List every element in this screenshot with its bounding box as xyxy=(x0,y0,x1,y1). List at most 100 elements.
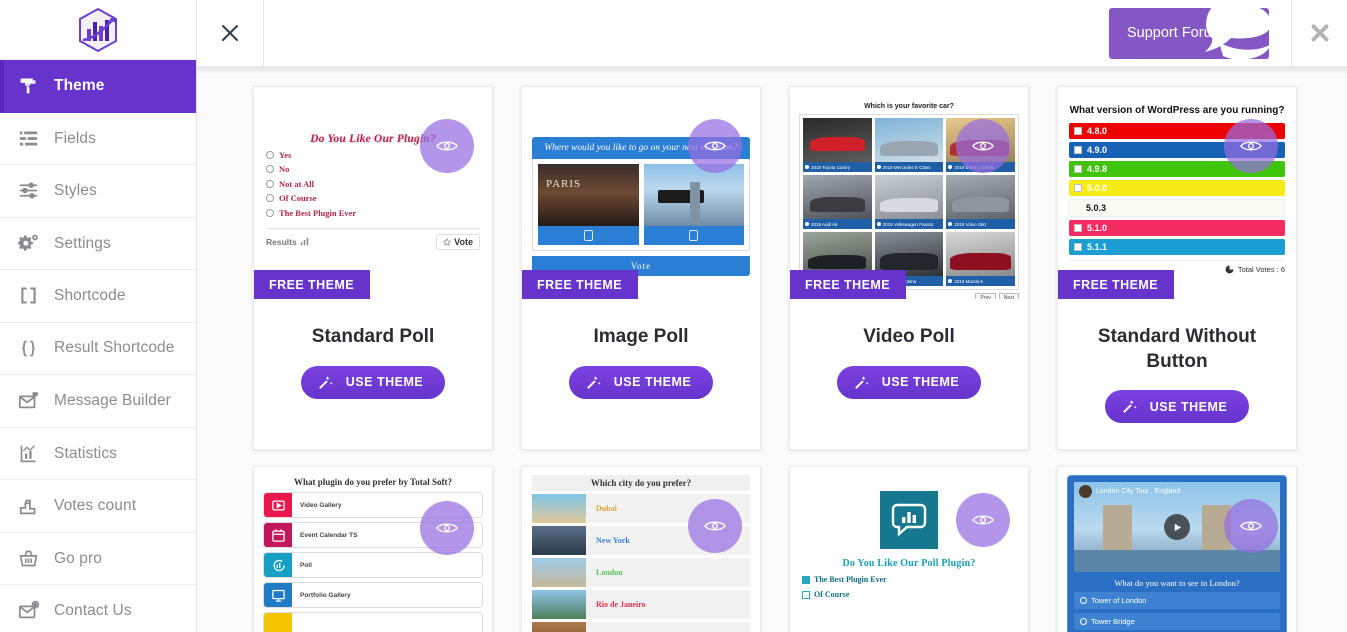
theme-card-standard-poll[interactable]: Do You Like Our Plugin? Yes No Not at Al… xyxy=(253,86,493,450)
sidebar-item-statistics[interactable]: Statistics xyxy=(0,428,196,480)
plugin-option[interactable] xyxy=(263,612,483,632)
teal-option[interactable]: Of Course xyxy=(802,590,849,599)
result-bar-label: 5.1.0 xyxy=(1087,223,1108,233)
use-theme-label: USE THEME xyxy=(613,375,692,390)
eye-preview-icon xyxy=(1240,141,1262,151)
car-option[interactable]: 2019 Mercedes E-Class xyxy=(874,118,944,172)
car-option[interactable]: 2019 Mazda 6 xyxy=(946,232,1015,286)
radio-icon xyxy=(266,194,274,202)
poll-option[interactable]: The Best Plugin Ever xyxy=(266,208,480,218)
preview-question: What version of WordPress are you runnin… xyxy=(1069,105,1285,116)
checkbox-icon xyxy=(1074,127,1082,135)
car-thumb xyxy=(946,232,1015,276)
preview-eye-button[interactable] xyxy=(688,119,742,173)
sidebar-item-label: Message Builder xyxy=(54,392,171,410)
sidebar-item-styles[interactable]: Styles xyxy=(0,165,196,218)
dismiss-button[interactable] xyxy=(1291,0,1347,67)
theme-card-image-poll[interactable]: Where would you like to go on your next … xyxy=(521,86,761,450)
preview-question: What do you want to see in London? xyxy=(1114,578,1240,588)
theme-card-standard-without-button[interactable]: What version of WordPress are you runnin… xyxy=(1057,86,1297,450)
results-button[interactable]: Results xyxy=(266,237,309,247)
plugin-option[interactable]: Poll xyxy=(263,552,483,578)
city-option[interactable]: London xyxy=(532,558,750,587)
car-thumb xyxy=(803,118,872,162)
magic-wand-icon xyxy=(318,375,333,389)
sidebar-item-settings[interactable]: Settings xyxy=(0,218,196,270)
sidebar-item-label: Contact Us xyxy=(54,602,132,620)
fields-list-icon xyxy=(18,128,54,149)
city-option-label: Rio de Janeiro xyxy=(596,600,646,609)
preview-eye-button[interactable] xyxy=(688,499,742,553)
theme-card-video-poll[interactable]: Which is your favorite car? 2019 Toyota … xyxy=(789,86,1029,450)
sidebar-item-contact-us[interactable]: Contact Us xyxy=(0,585,196,632)
prev-button[interactable]: Prev xyxy=(975,293,996,299)
use-theme-button[interactable]: USE THEME xyxy=(1104,390,1250,424)
next-button[interactable]: Next xyxy=(998,293,1019,299)
poll-option[interactable]: Of Course xyxy=(266,193,480,203)
eye-preview-icon xyxy=(972,515,994,525)
london-option[interactable]: Tower of London xyxy=(1074,592,1280,609)
london-option[interactable]: Tower Bridge xyxy=(1074,613,1280,630)
city-option-label: London xyxy=(596,568,623,577)
sidebar-item-go-pro[interactable]: Go pro xyxy=(0,533,196,585)
preview-eye-button[interactable] xyxy=(956,119,1010,173)
theme-card-london-video-poll[interactable]: London City Tour , England What do you w… xyxy=(1057,466,1297,632)
sidebar-item-theme[interactable]: Theme xyxy=(0,60,196,113)
preview-eye-button[interactable] xyxy=(1224,119,1278,173)
card-footer: Image Poll USE THEME xyxy=(522,299,760,449)
sidebar-item-shortcode[interactable]: Shortcode xyxy=(0,270,196,323)
option-checkbox[interactable] xyxy=(538,226,639,245)
preview-eye-button[interactable] xyxy=(420,119,474,173)
eye-preview-icon xyxy=(1240,521,1262,531)
support-forum-button[interactable]: Support Forum xyxy=(1109,2,1272,60)
image-option[interactable] xyxy=(538,164,639,245)
checkbox-checked-icon xyxy=(802,575,810,584)
curly-braces-icon xyxy=(18,338,54,359)
modal-close-button[interactable] xyxy=(197,0,264,67)
result-bar[interactable]: 5.1.0 xyxy=(1069,220,1285,236)
city-option[interactable] xyxy=(532,622,750,632)
car-option[interactable]: 2019 Volvo S60 xyxy=(946,175,1015,229)
city-option[interactable]: Rio de Janeiro xyxy=(532,590,750,619)
teal-option[interactable]: The Best Plugin Ever xyxy=(802,575,887,584)
preview-eye-button[interactable] xyxy=(956,493,1010,547)
eye-preview-icon xyxy=(972,141,994,151)
plugin-option-label xyxy=(292,613,300,632)
radio-icon xyxy=(1080,597,1087,604)
result-bar[interactable]: 5.1.1 xyxy=(1069,239,1285,255)
poll-option[interactable]: Not at All xyxy=(266,179,480,189)
option-checkbox[interactable] xyxy=(643,226,744,245)
vote-button[interactable]: Vote xyxy=(436,233,480,250)
car-label: 2019 Audi A6 xyxy=(803,219,872,229)
sidebar-item-label: Styles xyxy=(54,182,97,200)
car-option[interactable]: 2019 Volkswagen Passat xyxy=(874,175,944,229)
theme-card-city-poll[interactable]: Which city do you prefer? Dubai New York… xyxy=(521,466,761,632)
theme-card-plugin-poll[interactable]: What plugin do you prefer by Total Soft?… xyxy=(253,466,493,632)
car-option[interactable]: 2019 Audi A6 xyxy=(803,175,872,229)
sidebar-item-fields[interactable]: Fields xyxy=(0,113,196,165)
car-thumb xyxy=(946,175,1015,219)
plugin-option[interactable]: Portfolio Gallery xyxy=(263,582,483,608)
use-theme-button[interactable]: USE THEME xyxy=(836,365,982,399)
eye-preview-icon xyxy=(436,141,458,151)
car-option[interactable]: 2019 Toyota Camry xyxy=(803,118,872,172)
use-theme-button[interactable]: USE THEME xyxy=(568,365,714,399)
sidebar-item-message-builder[interactable]: Message Builder xyxy=(0,375,196,428)
play-button[interactable] xyxy=(1164,514,1190,540)
result-bar[interactable]: 5.0.3 xyxy=(1069,199,1285,217)
sidebar-item-result-shortcode[interactable]: Result Shortcode xyxy=(0,323,196,375)
image-option[interactable] xyxy=(643,164,744,245)
preview-eye-button[interactable] xyxy=(420,501,474,555)
sidebar-item-votes-count[interactable]: Votes count xyxy=(0,480,196,533)
sidebar-item-label: Statistics xyxy=(54,444,118,462)
radio-icon xyxy=(266,208,274,217)
preview-question: Which is your favorite car? xyxy=(864,103,954,110)
option-image-newyork xyxy=(643,164,744,226)
use-theme-button[interactable]: USE THEME xyxy=(300,365,446,399)
theme-card-teal-poll[interactable]: Do You Like Our Poll Plugin? The Best Pl… xyxy=(789,466,1029,632)
result-bar[interactable]: 5.0.0 xyxy=(1069,180,1285,196)
plugin-option-label: Poll xyxy=(300,561,312,569)
preview-eye-button[interactable] xyxy=(1224,499,1278,553)
play-icon xyxy=(1174,523,1181,531)
radio-icon xyxy=(876,165,881,169)
